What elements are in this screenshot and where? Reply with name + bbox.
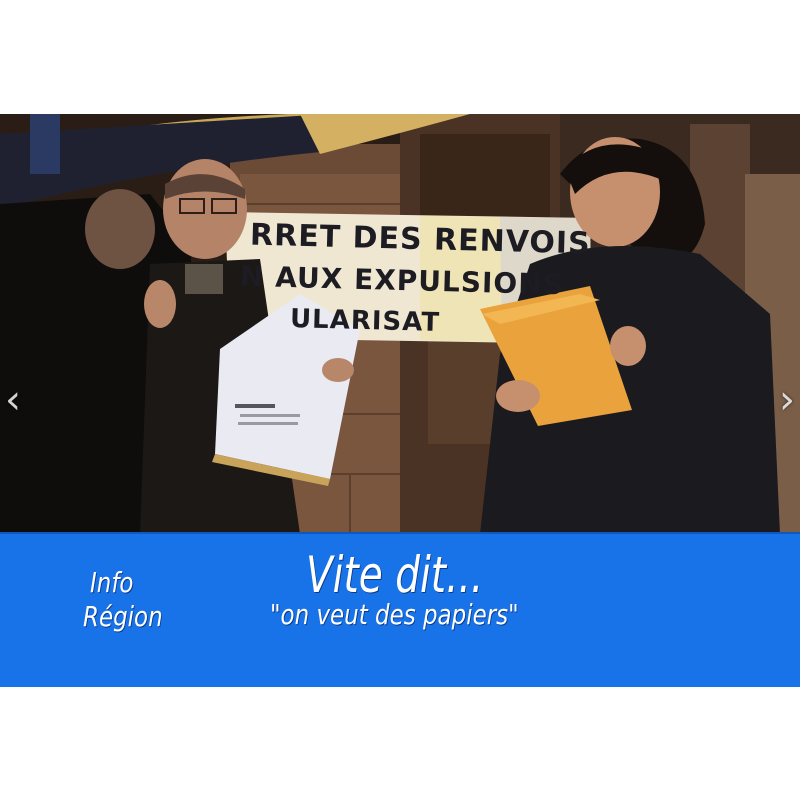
program-name-line1: Info xyxy=(90,566,134,599)
chevron-right-icon[interactable]: › xyxy=(776,375,798,425)
banner-text-line3: ULARISAT xyxy=(289,304,441,338)
segment-title: Vite dit... xyxy=(306,546,484,604)
segment-subtitle: "on veut des papiers" xyxy=(270,598,519,631)
chevron-left-icon[interactable]: ‹ xyxy=(2,375,24,425)
program-name-line2: Région xyxy=(83,600,163,633)
video-frame: RRET DES RENVOIS N AUX EXPULSIONS ULARIS… xyxy=(0,114,800,687)
video-still: RRET DES RENVOIS N AUX EXPULSIONS ULARIS… xyxy=(0,114,800,534)
image-viewer: RRET DES RENVOIS N AUX EXPULSIONS ULARIS… xyxy=(0,0,800,800)
lower-third-caption: Info Région Vite dit... "on veut des pap… xyxy=(0,532,800,687)
